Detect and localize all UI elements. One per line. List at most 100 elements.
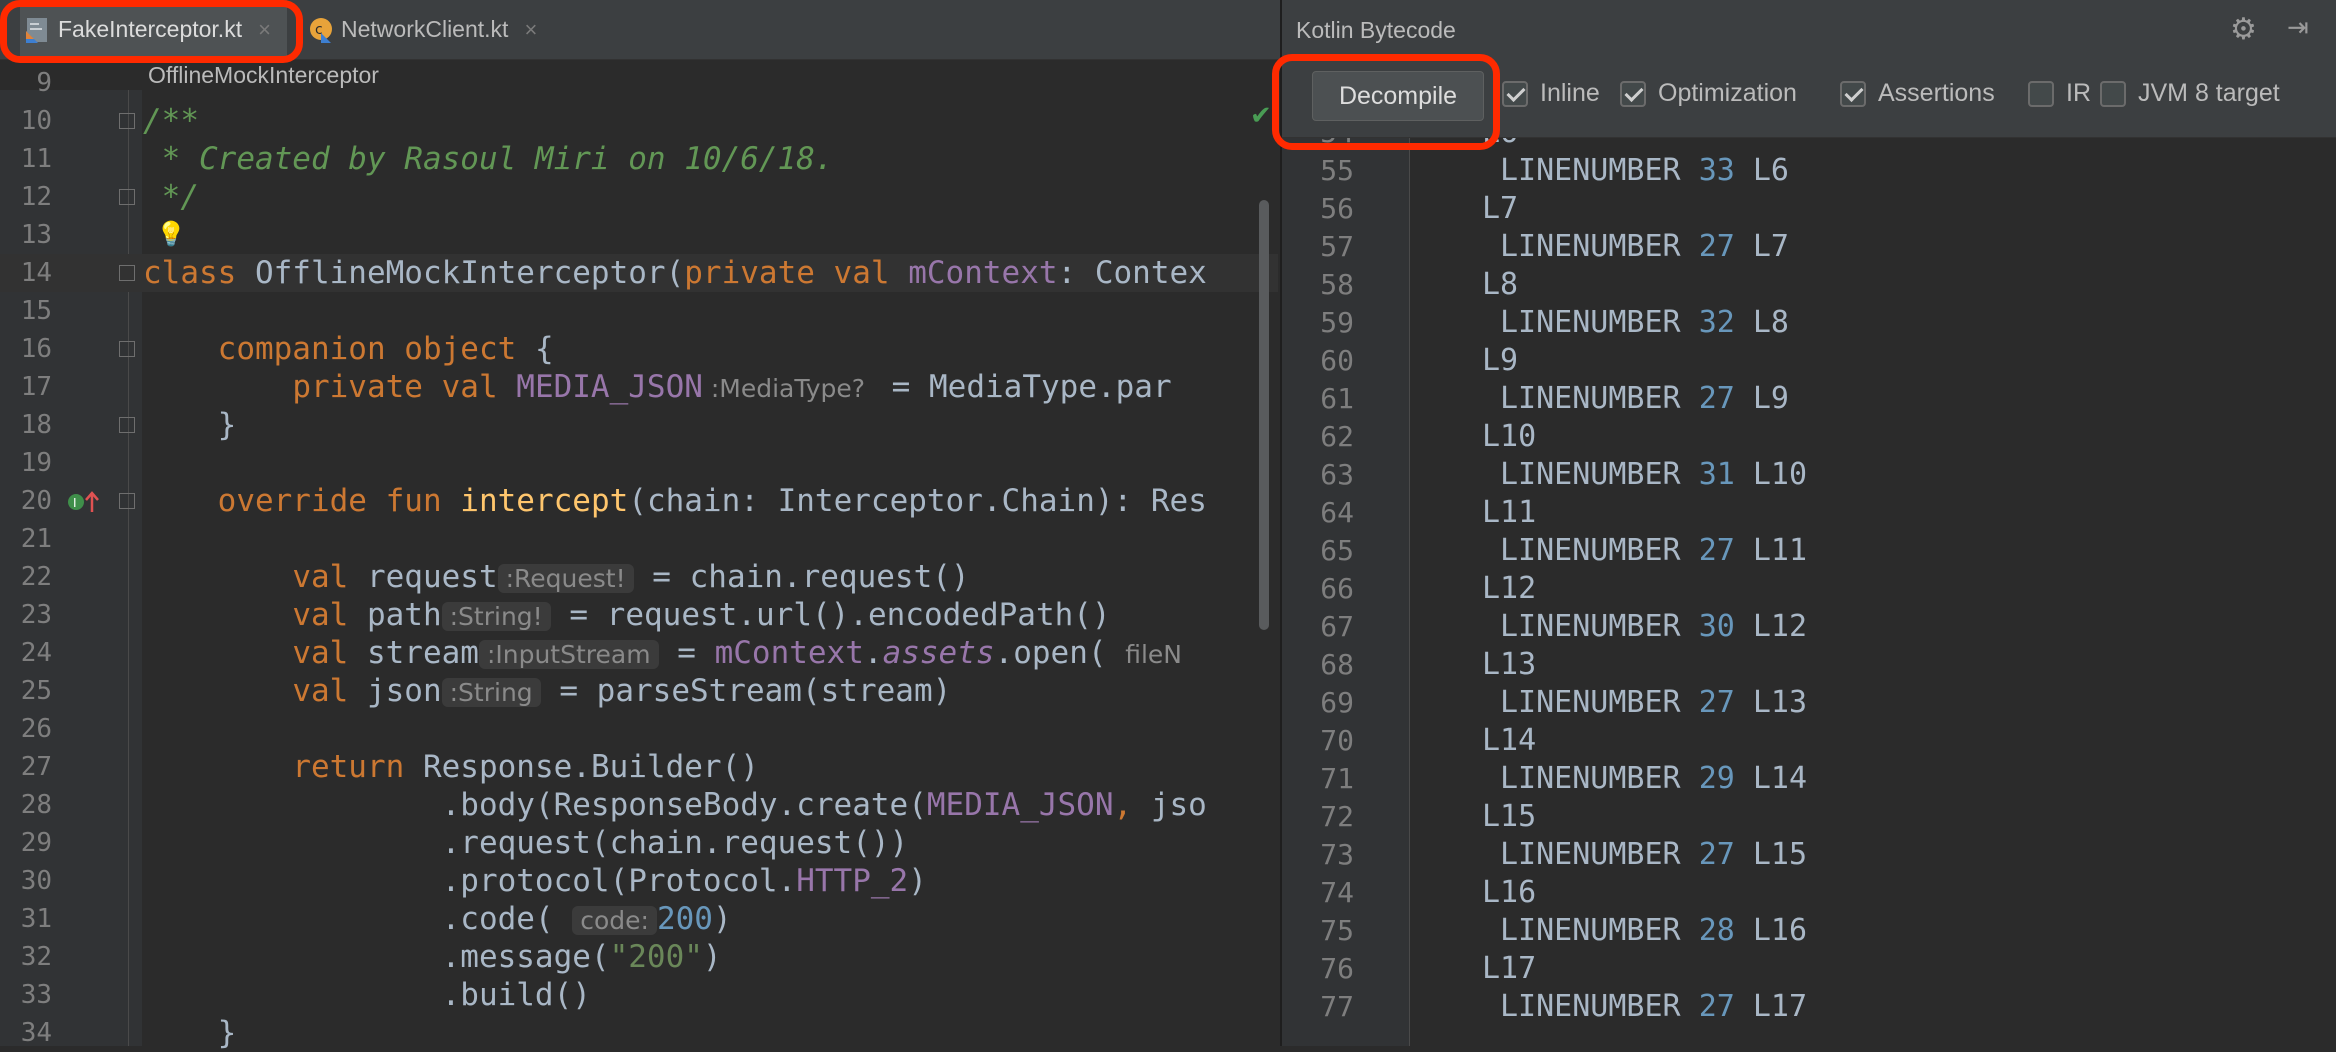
inline-checkbox[interactable] (1502, 80, 1528, 107)
line-number: 18 (20, 410, 52, 440)
code-line: 28 .body(ResponseBody.create(MEDIA_JSON,… (0, 786, 1278, 824)
editor-code-area[interactable]: 9 10/** 11 * Created by Rasoul Miri on 10… (0, 68, 1278, 1051)
code-text: */ (143, 179, 199, 215)
option-ir[interactable]: IR (2028, 79, 2091, 108)
highlight-tab-annotation (0, 0, 303, 63)
lightbulb-icon[interactable]: 💡 (156, 216, 186, 254)
code-text: class OfflineMockInterceptor(private val… (143, 255, 1207, 291)
code-text: * Created by Rasoul Miri on 10/6/18. (143, 141, 834, 177)
line-number: 65 (1320, 534, 1354, 567)
code-text: private val MEDIA_JSON :MediaType? = Med… (292, 369, 1172, 405)
code-text: } (143, 407, 237, 443)
code-line: 26 (0, 710, 1278, 748)
bytecode-text: L9 (1482, 343, 1519, 378)
line-number: 71 (1320, 762, 1354, 795)
line-number: 13 (20, 220, 52, 250)
editor-scrollbar[interactable] (1259, 200, 1269, 630)
bytecode-line: 74 L16 (1282, 874, 2322, 912)
code-line: 31 .code( code: 200) (0, 900, 1278, 938)
line-number: 24 (20, 638, 52, 668)
fold-marker-icon[interactable] (119, 341, 135, 357)
svg-text:I: I (73, 496, 77, 510)
line-number: 55 (1320, 154, 1354, 187)
code-line: 32 .message("200") (0, 938, 1278, 976)
fold-marker-icon[interactable] (119, 189, 135, 205)
hide-panel-icon[interactable]: ⇥ (2287, 12, 2309, 43)
assertions-checkbox[interactable] (1840, 80, 1866, 107)
line-number: 32 (20, 942, 52, 972)
bytecode-line: 60 L9 (1282, 342, 2322, 380)
close-icon[interactable]: × (524, 17, 537, 43)
fold-marker-icon[interactable] (119, 493, 135, 509)
code-text: .message("200") (143, 939, 722, 975)
code-text: override fun intercept(chain: Intercepto… (217, 483, 1207, 519)
code-line: 14 class OfflineMockInterceptor(private v… (0, 254, 1278, 292)
bytecode-text: LINENUMBER 32 L8 (1500, 305, 1789, 340)
line-number: 23 (20, 600, 52, 630)
line-number: 12 (20, 182, 52, 212)
gear-icon[interactable]: ⚙ (2230, 12, 2257, 47)
option-assertions[interactable]: Assertions (1840, 79, 1995, 108)
bytecode-line: 68 L13 (1282, 646, 2322, 684)
fold-marker-icon[interactable] (119, 113, 135, 129)
bytecode-text: L11 (1482, 495, 1537, 530)
bytecode-text: L10 (1482, 419, 1537, 454)
panel-title-bar: Kotlin Bytecode ⚙ ⇥ (1282, 0, 2336, 59)
code-line: 23 val path:String! = request.url().enco… (0, 596, 1278, 634)
code-text: val path:String! = request.url().encoded… (292, 597, 1111, 633)
code-line: 30 .protocol(Protocol.HTTP_2) (0, 862, 1278, 900)
line-number: 21 (20, 524, 52, 554)
bytecode-text: L7 (1482, 191, 1519, 226)
fold-marker-icon[interactable] (119, 417, 135, 433)
code-text: .code( code: 200) (143, 901, 732, 937)
line-number: 60 (1320, 344, 1354, 377)
bytecode-text: L13 (1482, 647, 1537, 682)
bytecode-text: L12 (1482, 571, 1537, 606)
bytecode-line: 62 L10 (1282, 418, 2322, 456)
line-number: 72 (1320, 800, 1354, 833)
bytecode-line: 71 LINENUMBER 29 L14 (1282, 760, 2322, 798)
code-line: 21 (0, 520, 1278, 558)
code-line: 27 return Response.Builder() (0, 748, 1278, 786)
line-number: 30 (20, 866, 52, 896)
bytecode-text: LINENUMBER 29 L14 (1500, 761, 1808, 796)
code-line: 29 .request(chain.request()) (0, 824, 1278, 862)
line-number: 76 (1320, 952, 1354, 985)
bytecode-line: 63 LINENUMBER 31 L10 (1282, 456, 2322, 494)
option-jvm8-target[interactable]: JVM 8 target (2100, 79, 2280, 108)
option-optimization[interactable]: Optimization (1620, 79, 1797, 108)
bytecode-line: 56 L7 (1282, 190, 2322, 228)
code-line: 33 .build() (0, 976, 1278, 1014)
option-inline[interactable]: Inline (1502, 79, 1600, 108)
bytecode-scrollbar[interactable] (2324, 150, 2334, 1030)
bytecode-line: 64 L11 (1282, 494, 2322, 532)
option-label: Inline (1540, 79, 1600, 107)
bytecode-text: L8 (1482, 267, 1519, 302)
bytecode-line: 57 LINENUMBER 27 L7 (1282, 228, 2322, 266)
override-marker-icon[interactable]: I (66, 490, 100, 514)
bytecode-text: L17 (1482, 951, 1537, 986)
jvm8-target-checkbox[interactable] (2100, 80, 2126, 107)
bytecode-text: LINENUMBER 27 L15 (1500, 837, 1808, 872)
line-number: 64 (1320, 496, 1354, 529)
line-number: 34 (20, 1018, 52, 1048)
line-number: 73 (1320, 838, 1354, 871)
bytecode-line: 69 LINENUMBER 27 L13 (1282, 684, 2322, 722)
line-number: 66 (1320, 572, 1354, 605)
fold-marker-icon[interactable] (119, 265, 135, 281)
tab-networkclient[interactable]: c NetworkClient.kt × (305, 0, 547, 59)
code-text: val json:String = parseStream(stream) (292, 673, 952, 709)
line-number: 77 (1320, 990, 1354, 1023)
line-number: 28 (20, 790, 52, 820)
code-line: 11 * Created by Rasoul Miri on 10/6/18. (0, 140, 1278, 178)
bytecode-code-area[interactable]: 54L655LINENUMBER 33 L656L757LINENUMBER 2… (1282, 138, 2322, 1046)
code-text: .protocol(Protocol.HTTP_2) (143, 863, 927, 899)
line-number: 75 (1320, 914, 1354, 947)
line-number: 16 (20, 334, 52, 364)
optimization-checkbox[interactable] (1620, 80, 1646, 107)
ir-checkbox[interactable] (2028, 80, 2054, 107)
code-line: 17 private val MEDIA_JSON :MediaType? = … (0, 368, 1278, 406)
line-number: 10 (20, 106, 52, 136)
bytecode-line: 77 LINENUMBER 27 L17 (1282, 988, 2322, 1026)
line-number: 33 (20, 980, 52, 1010)
